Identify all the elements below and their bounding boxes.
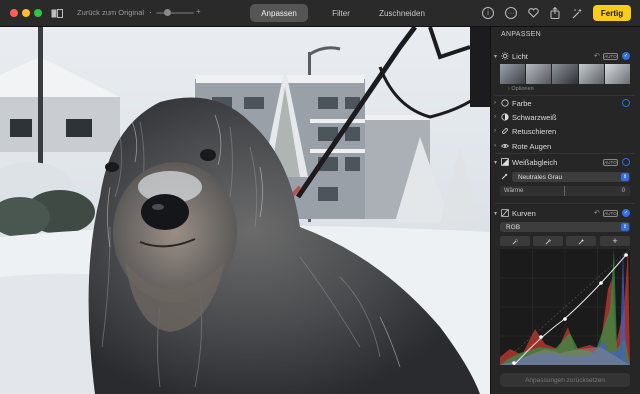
eyedropper-gray-icon — [545, 238, 551, 244]
done-button[interactable]: Fertig — [593, 5, 631, 21]
white-point-picker[interactable] — [566, 236, 596, 246]
section-rote-augen-label: Rote Augen — [512, 141, 552, 151]
section-farbe-label: Farbe — [512, 98, 532, 108]
eyedropper-icon[interactable] — [500, 170, 510, 182]
eye-icon — [501, 142, 509, 150]
section-schwarzweiss-label: Schwarzweiß — [512, 112, 557, 122]
toolbar: Zurück zum Original · + Anpassen Filter … — [0, 0, 640, 27]
section-retuschieren-label: Retuschieren — [512, 126, 557, 136]
zoom-in-icon[interactable]: + — [196, 7, 201, 16]
section-kurven[interactable]: ▾ Kurven ↶ AUTO ✓ — [490, 206, 640, 220]
warmth-center-mark — [564, 186, 565, 196]
checkmark-icon[interactable]: ✓ — [622, 209, 630, 217]
chevron-down-icon[interactable]: ▾ — [494, 159, 497, 166]
chevron-down-icon[interactable]: ▾ — [494, 210, 497, 217]
color-circle-icon — [501, 99, 509, 107]
curve-point[interactable] — [512, 361, 516, 365]
chevron-down-icon[interactable]: ▾ — [494, 53, 497, 60]
favorite-icon[interactable] — [527, 6, 539, 20]
chevron-updown-icon: ⇕ — [621, 223, 629, 231]
gray-point-picker[interactable] — [533, 236, 563, 246]
warmth-label: Wärme — [504, 188, 524, 194]
info-icon[interactable]: i — [482, 7, 494, 19]
section-schwarzweiss[interactable]: › Schwarzweiß — [490, 110, 640, 124]
tab-filter[interactable]: Filter — [315, 4, 367, 22]
divider — [495, 153, 635, 154]
section-rote-augen[interactable]: › Rote Augen — [490, 139, 640, 153]
toggle-circle-icon[interactable] — [622, 158, 630, 166]
licht-thumbnail[interactable] — [604, 64, 631, 84]
sidebar-title: ANPASSEN — [501, 31, 542, 38]
chevron-right-icon[interactable]: › — [494, 100, 496, 106]
zoom-out-icon[interactable]: · — [149, 7, 152, 17]
section-licht-label: Licht — [512, 51, 528, 61]
half-circle-icon — [501, 113, 509, 121]
section-licht[interactable]: ▾ Licht ↶ AUTO ✓ — [490, 49, 640, 63]
chevron-right-icon[interactable]: › — [494, 114, 496, 120]
section-kurven-label: Kurven — [512, 208, 536, 218]
eyedropper-black-icon — [512, 238, 518, 244]
licht-thumbnail[interactable] — [500, 64, 527, 84]
back-to-original-button[interactable]: Zurück zum Original — [77, 8, 144, 17]
more-icon[interactable]: ··· — [505, 7, 517, 19]
section-weissabgleich[interactable]: ▾ Weißabgleich AUTO — [490, 155, 640, 169]
undo-icon[interactable]: ↶ — [594, 209, 600, 217]
reset-adjustments-button[interactable]: Anpassungen zurücksetzen — [500, 373, 630, 387]
sun-icon — [501, 52, 509, 60]
white-balance-icon — [501, 158, 509, 166]
curves-channel-select[interactable]: RGB ⇕ — [500, 222, 630, 232]
divider — [495, 203, 635, 204]
options-label: Optionen — [511, 86, 534, 92]
licht-thumbnail-strip[interactable] — [500, 64, 631, 84]
licht-thumbnail[interactable] — [526, 64, 553, 84]
chevron-right-icon[interactable]: › — [494, 128, 496, 134]
licht-thumbnail[interactable] — [578, 64, 605, 84]
curves-icon — [501, 209, 509, 217]
tab-anpassen[interactable]: Anpassen — [250, 4, 308, 22]
enhance-icon[interactable] — [571, 6, 583, 20]
warmth-slider[interactable]: Wärme 0 — [500, 186, 630, 196]
dog-in-snow-photo — [0, 27, 490, 394]
section-weissabgleich-label: Weißabgleich — [512, 157, 558, 167]
chevron-right-icon[interactable]: › — [494, 143, 496, 149]
close-window-button[interactable] — [10, 9, 18, 17]
black-point-picker[interactable] — [500, 236, 530, 246]
toggle-circle-icon[interactable] — [622, 99, 630, 107]
section-farbe[interactable]: › Farbe — [490, 96, 640, 110]
zoom-window-button[interactable] — [34, 9, 42, 17]
curve-point[interactable] — [563, 317, 567, 321]
curves-channel-value: RGB — [506, 223, 521, 231]
split-view-icon[interactable] — [50, 6, 64, 20]
curve-point[interactable] — [624, 253, 628, 257]
curves-histogram[interactable] — [499, 248, 631, 366]
add-point-label: + — [612, 236, 618, 246]
bandage-icon — [501, 127, 509, 135]
auto-button[interactable]: AUTO — [603, 209, 618, 217]
chevron-updown-icon: ⇕ — [621, 173, 629, 181]
white-balance-preset-select[interactable]: Neutrales Grau ⇕ — [512, 172, 630, 182]
curve-point[interactable] — [599, 281, 603, 285]
share-icon[interactable] — [549, 6, 561, 20]
add-point-button[interactable]: + — [600, 236, 630, 246]
curve-point[interactable] — [539, 335, 543, 339]
zoom-slider[interactable] — [156, 12, 194, 14]
tab-zuschneiden[interactable]: Zuschneiden — [372, 4, 432, 22]
undo-icon[interactable]: ↶ — [594, 52, 600, 60]
photo-canvas[interactable] — [0, 27, 490, 394]
checkmark-icon[interactable]: ✓ — [622, 52, 630, 60]
options-toggle[interactable]: › Optionen — [508, 86, 534, 92]
minimize-window-button[interactable] — [22, 9, 30, 17]
auto-button[interactable]: AUTO — [603, 52, 618, 60]
licht-thumbnail[interactable] — [552, 64, 579, 84]
auto-button[interactable]: AUTO — [603, 158, 618, 166]
eyedropper-white-icon — [578, 238, 584, 244]
white-balance-preset-value: Neutrales Grau — [518, 173, 563, 181]
zoom-slider-knob[interactable] — [163, 9, 171, 16]
section-retuschieren[interactable]: › Retuschieren — [490, 124, 640, 138]
warmth-value: 0 — [621, 188, 625, 194]
